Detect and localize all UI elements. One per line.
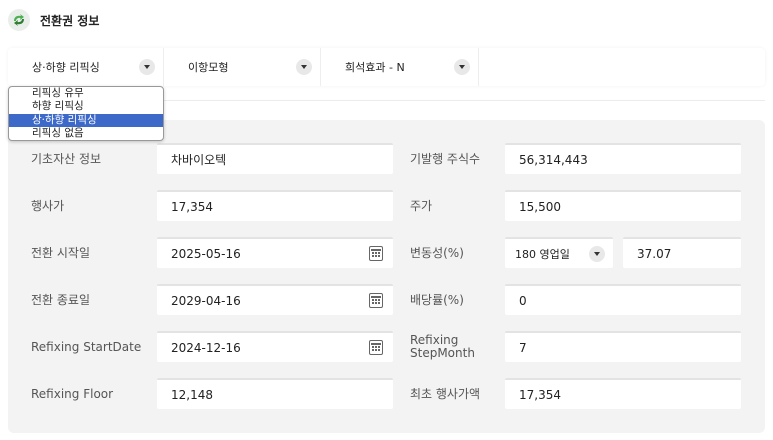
refixing-step-value: 7 — [519, 340, 527, 355]
calendar-icon[interactable] — [369, 293, 383, 308]
options-toolbar: 상·하향 리픽싱 이항모형 희석효과 - N — [8, 48, 765, 86]
conversion-start-date-input[interactable]: 2025-05-16 — [157, 237, 393, 268]
shares-label: 기발행 주식수 — [410, 152, 481, 166]
initial-price-value: 17,354 — [519, 387, 561, 402]
dividend-value: 0 — [519, 293, 527, 308]
conversion-start-label: 전환 시작일 — [31, 246, 91, 260]
refixing-start-date-input[interactable]: 2024-12-16 — [157, 331, 393, 362]
volatility-value: 37.07 — [637, 246, 672, 261]
refixing-step-input[interactable]: 7 — [505, 331, 741, 362]
dividend-input[interactable]: 0 — [505, 284, 741, 315]
initial-price-label: 최초 행사가액 — [410, 387, 481, 401]
refixing-type-dropdown-list: 리픽싱 유무 하향 리픽싱 상·하향 리픽싱 리픽싱 없음 — [8, 86, 164, 141]
stock-price-value: 15,500 — [519, 199, 561, 214]
exercise-price-input[interactable]: 17,354 — [157, 190, 393, 221]
refixing-start-label: Refixing StartDate — [31, 340, 142, 354]
chevron-down-icon[interactable] — [589, 245, 605, 262]
dilution-select[interactable]: 희석효과 - N — [321, 48, 479, 86]
conversion-end-value: 2029-04-16 — [171, 293, 241, 308]
refixing-step-label: Refixing StepMonth — [410, 334, 475, 360]
dividend-label: 배당률(%) — [410, 293, 464, 307]
chevron-down-icon[interactable] — [454, 59, 470, 75]
dropdown-option[interactable]: 리픽싱 유무 — [9, 87, 163, 100]
underlying-value: 차바이오텍 — [171, 153, 227, 167]
underlying-input[interactable]: 차바이오텍 — [157, 143, 393, 174]
conversion-end-label: 전환 종료일 — [31, 293, 91, 307]
volatility-input[interactable]: 37.07 — [623, 237, 741, 268]
model-value: 이항모형 — [188, 61, 229, 74]
dilution-value: 희석효과 - N — [345, 61, 405, 74]
shares-input[interactable]: 56,314,443 — [505, 143, 741, 174]
refixing-floor-label: Refixing Floor — [31, 387, 114, 401]
dropdown-option[interactable]: 하향 리픽싱 — [9, 100, 163, 113]
refixing-type-select[interactable]: 상·하향 리픽싱 — [8, 48, 164, 86]
calendar-icon[interactable] — [369, 246, 383, 261]
dropdown-option-selected[interactable]: 상·하향 리픽싱 — [9, 113, 163, 127]
page-header: 전환권 정보 — [8, 8, 99, 32]
model-select[interactable]: 이항모형 — [164, 48, 321, 86]
exercise-price-label: 행사가 — [31, 199, 65, 213]
conversion-start-value: 2025-05-16 — [171, 246, 241, 261]
refixing-type-value: 상·하향 리픽싱 — [32, 61, 100, 74]
volatility-period-value: 180 영업일 — [515, 247, 570, 261]
chevron-down-icon[interactable] — [296, 59, 312, 75]
refixing-start-value: 2024-12-16 — [171, 340, 241, 355]
conversion-end-date-input[interactable]: 2029-04-16 — [157, 284, 393, 315]
calendar-icon[interactable] — [369, 340, 383, 355]
refixing-floor-value: 12,148 — [171, 387, 213, 402]
stock-price-label: 주가 — [410, 199, 433, 213]
stock-price-input[interactable]: 15,500 — [505, 190, 741, 221]
shares-value: 56,314,443 — [519, 152, 588, 167]
chevron-down-icon[interactable] — [139, 59, 155, 75]
refixing-step-label-line2: StepMonth — [410, 346, 475, 360]
underlying-label: 기초자산 정보 — [31, 152, 102, 166]
app-logo-icon — [8, 9, 30, 31]
volatility-label: 변동성(%) — [410, 246, 464, 260]
page-title: 전환권 정보 — [40, 13, 100, 28]
dropdown-option[interactable]: 리픽싱 없음 — [9, 127, 163, 140]
initial-price-input[interactable]: 17,354 — [505, 378, 741, 409]
volatility-period-select[interactable]: 180 영업일 — [505, 237, 613, 268]
exercise-price-value: 17,354 — [171, 199, 213, 214]
refixing-floor-input[interactable]: 12,148 — [157, 378, 393, 409]
